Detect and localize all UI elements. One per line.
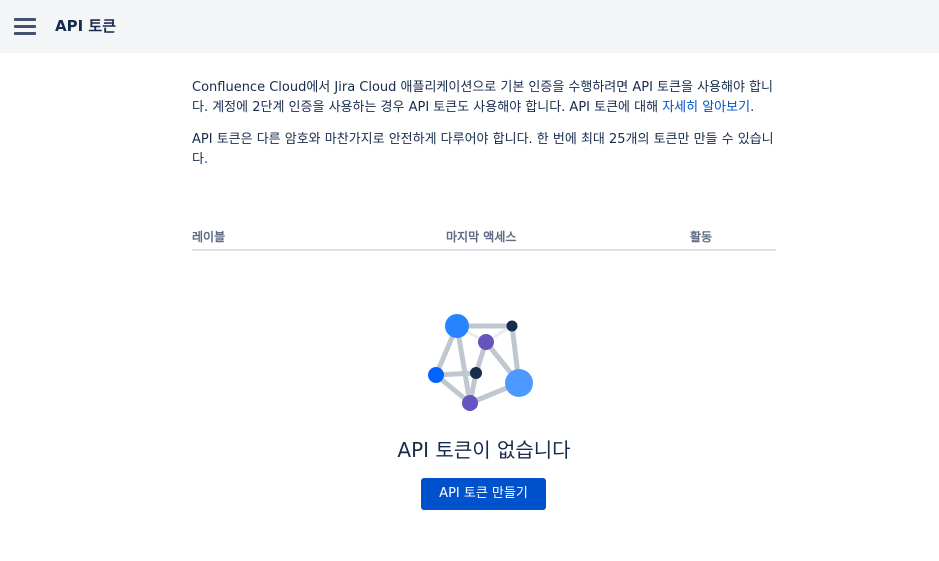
column-header-activity[interactable]: 활동 [690,229,712,245]
create-api-token-button[interactable]: API 토큰 만들기 [421,478,546,510]
learn-more-link[interactable]: 자세히 알아보기 [662,100,750,115]
intro-paragraph-2: API 토큰은 다른 암호와 마찬가지로 안전하게 다루어야 합니다. 한 번에… [192,132,774,167]
intro-section: Confluence Cloud에서 Jira Cloud 애플리케이션으로 기… [192,78,776,182]
page-title: API 토큰 [55,17,117,35]
empty-state-title: API 토큰이 없습니다 [397,438,571,462]
intro-paragraph-1-end: . [750,100,755,115]
hamburger-menu-icon[interactable] [14,18,36,35]
network-nodes-icon [412,308,542,418]
intro-paragraph-1: Confluence Cloud에서 Jira Cloud 애플리케이션으로 기… [192,78,776,118]
column-header-last-access[interactable]: 마지막 액세스 [446,229,516,245]
column-header-label[interactable]: 레이블 [192,229,225,245]
token-table-header: 레이블 마지막 액세스 활동 [192,227,776,251]
top-bar: API 토큰 [0,0,939,53]
